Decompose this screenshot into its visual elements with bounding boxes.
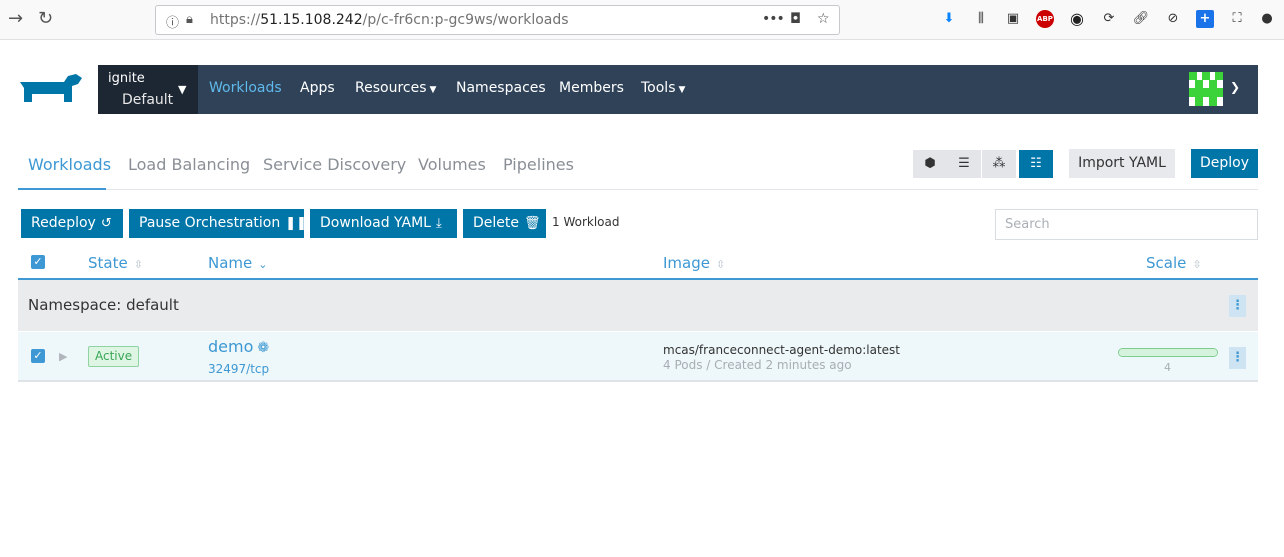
scale-count: 4 [1164, 361, 1171, 374]
nav-namespaces[interactable]: Namespaces [456, 80, 546, 96]
status-badge: Active [88, 346, 140, 367]
tab-load-balancing[interactable]: Load Balancing [128, 155, 250, 174]
pause-orchestration-button[interactable]: Pause Orchestration ❚❚ [129, 209, 308, 238]
image-name: mcas/franceconnect-agent-demo:latest [663, 343, 900, 357]
lock-warning-icon[interactable]: 🔒︎ [186, 12, 193, 27]
back-arrow-icon[interactable]: → [8, 9, 23, 29]
nav-tools[interactable]: Tools ▼ [641, 80, 685, 96]
chevron-down-icon: ▼ [178, 83, 187, 96]
download-icon[interactable]: ⬇ [940, 10, 958, 28]
workload-count: 1 Workload [552, 215, 620, 229]
rancher-logo-icon[interactable] [18, 72, 86, 106]
account-icon[interactable]: ● [1258, 10, 1276, 28]
redeploy-button[interactable]: Redeploy ↺ [21, 209, 123, 238]
top-navigation: ignite Default ▼ Workloads Apps Resource… [98, 65, 1258, 114]
cluster-name: ignite [108, 71, 145, 86]
tab-pipelines[interactable]: Pipelines [503, 155, 574, 174]
tab-volumes[interactable]: Volumes [418, 155, 486, 174]
select-all-checkbox[interactable]: ✓ [31, 255, 45, 269]
library-icon[interactable]: ⫼ [972, 10, 990, 28]
sort-down-icon: ⌄ [258, 258, 268, 271]
row-actions-kebab-icon[interactable]: ⋮ [1229, 347, 1246, 369]
view-tree-list-button[interactable]: ☷ [1019, 150, 1053, 178]
chevron-down-icon: ▼ [429, 85, 437, 95]
nav-apps[interactable]: Apps [300, 80, 335, 96]
pocket-icon[interactable]: ◘ [790, 11, 801, 27]
chevron-down-icon: ▼ [678, 85, 686, 95]
link-icon[interactable]: 🔗︎ [1132, 10, 1150, 28]
import-yaml-button[interactable]: Import YAML [1069, 149, 1175, 178]
trash-icon: 🗑︎ [524, 216, 541, 231]
nav-members[interactable]: Members [559, 80, 624, 96]
tab-service-discovery[interactable]: Service Discovery [263, 155, 406, 174]
column-scale[interactable]: Scale ⇳ [1146, 254, 1202, 272]
column-state[interactable]: State ⇳ [88, 254, 143, 272]
namespace-label: Namespace: default [28, 296, 179, 314]
column-image[interactable]: Image ⇳ [663, 254, 725, 272]
pause-icon: ❚❚ [285, 216, 308, 231]
extension-icon[interactable]: ◉ [1068, 10, 1086, 28]
plus-icon[interactable]: + [1196, 10, 1214, 28]
screenshot-icon[interactable]: ⛶ [1228, 10, 1246, 28]
sort-icon: ⇳ [715, 258, 726, 271]
bookmark-star-icon[interactable]: ☆ [817, 11, 830, 27]
chevron-down-icon[interactable]: ❯ [1230, 80, 1240, 94]
view-node-button[interactable]: ⬢ [913, 150, 947, 178]
row-checkbox[interactable]: ✓ [31, 349, 45, 363]
browser-toolbar: → ↻ ⓘ 🔒︎ https://51.15.108.242/p/c-fr6cn… [0, 0, 1284, 40]
list-icon: ☰ [958, 156, 970, 171]
reload-icon[interactable]: ↻ [38, 9, 53, 29]
sync-icon[interactable]: ⟳ [1100, 10, 1118, 28]
sort-icon: ⇳ [1192, 258, 1202, 271]
project-name: Default [122, 92, 174, 108]
expand-caret-icon[interactable]: ▶ [59, 350, 67, 363]
blocker-icon[interactable]: ⊘ [1164, 10, 1182, 28]
column-name[interactable]: Name ⌄ [208, 254, 267, 272]
port-link[interactable]: 32497/tcp [208, 362, 269, 376]
nav-resources[interactable]: Resources ▼ [355, 80, 436, 96]
info-icon[interactable]: ⓘ [166, 12, 179, 31]
download-yaml-button[interactable]: Download YAML ⤓ [310, 209, 457, 238]
cluster-project-switcher[interactable]: ignite Default ▼ [98, 65, 198, 114]
namespace-actions-kebab-icon[interactable]: ⋮ [1229, 295, 1246, 317]
namespace-group-row: Namespace: default ⋮ [18, 280, 1258, 331]
active-tab-indicator [18, 188, 106, 190]
redo-icon: ↺ [100, 216, 112, 231]
url-text: https://51.15.108.242/p/c-fr6cn:p-gc9ws/… [210, 12, 569, 28]
node-icon: ⬢ [924, 156, 936, 171]
page-actions-icon[interactable]: ••• [762, 11, 785, 27]
scale-bar-fill [1119, 349, 1217, 356]
tab-workloads[interactable]: Workloads [28, 155, 111, 174]
nav-workloads[interactable]: Workloads [209, 80, 282, 96]
view-list-button[interactable]: ☰ [947, 150, 981, 178]
tree-list-icon: ☷ [1030, 156, 1042, 171]
service-icon: ❁ [257, 340, 270, 356]
pods-created-detail: 4 Pods / Created 2 minutes ago [663, 358, 852, 372]
user-avatar[interactable] [1189, 72, 1223, 106]
delete-button[interactable]: Delete 🗑︎ [463, 209, 546, 238]
scale-bar[interactable] [1118, 348, 1218, 357]
sort-icon: ⇳ [133, 258, 143, 271]
adblock-icon[interactable]: ABP [1036, 10, 1054, 28]
table-row: ✓ ▶ Active demo ❁ 32497/tcp mcas/franceco… [18, 332, 1258, 382]
group-icon: ⁂ [992, 156, 1006, 171]
deploy-button[interactable]: Deploy [1191, 149, 1258, 178]
download-icon: ⤓ [435, 216, 442, 231]
sidebar-icon[interactable]: ▣ [1004, 10, 1022, 28]
url-bar[interactable]: ⓘ 🔒︎ https://51.15.108.242/p/c-fr6cn:p-g… [155, 5, 840, 35]
view-group-button[interactable]: ⁂ [982, 150, 1016, 178]
tabs-divider [18, 189, 1258, 190]
workload-name-link[interactable]: demo ❁ [208, 337, 269, 356]
search-input[interactable] [995, 209, 1258, 240]
